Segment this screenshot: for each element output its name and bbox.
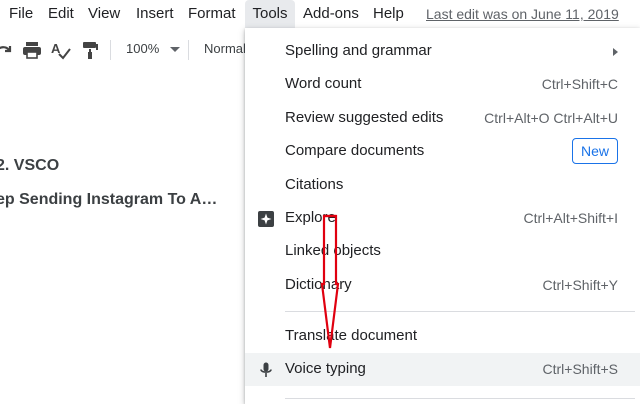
- menu-item-shortcut: Ctrl+Alt+O Ctrl+Alt+U: [484, 110, 618, 126]
- paint-format-icon[interactable]: [80, 38, 100, 62]
- menu-item-review-suggested-edits[interactable]: Review suggested edits Ctrl+Alt+O Ctrl+A…: [245, 102, 640, 135]
- menu-bar: File Edit View Insert Format Tools Add-o…: [0, 0, 640, 28]
- menu-item-shortcut: Ctrl+Alt+Shift+I: [523, 210, 618, 226]
- menu-item-label: Dictionary: [285, 276, 352, 293]
- menu-item-shortcut: Ctrl+Shift+S: [542, 361, 618, 377]
- menu-help[interactable]: Help: [373, 0, 404, 28]
- menu-item-label: Voice typing: [285, 360, 366, 377]
- menu-item-shortcut: Ctrl+Shift+C: [541, 76, 618, 92]
- redo-icon[interactable]: [0, 38, 14, 62]
- dropdown-caret-icon[interactable]: [170, 47, 180, 52]
- doc-heading-line: ep Sending Instagram To A…: [0, 191, 218, 208]
- menu-item-label: Citations: [285, 176, 344, 193]
- doc-heading-line: 2. VSCO: [0, 157, 60, 174]
- menu-item-label: Word count: [285, 75, 362, 92]
- toolbar-separator: [188, 40, 189, 60]
- menu-item-compare-documents[interactable]: Compare documents New: [245, 135, 640, 168]
- menu-view[interactable]: View: [88, 0, 120, 28]
- menu-item-linked-objects[interactable]: Linked objects: [245, 235, 640, 268]
- menu-item-label: Compare documents: [285, 142, 425, 159]
- menu-item-explore[interactable]: Explore Ctrl+Alt+Shift+I: [245, 202, 640, 235]
- menu-tools[interactable]: Tools: [245, 0, 295, 28]
- menu-edit[interactable]: Edit: [48, 0, 74, 28]
- menu-item-label: Linked objects: [285, 242, 381, 259]
- menu-addons[interactable]: Add-ons: [303, 0, 359, 28]
- menu-insert[interactable]: Insert: [136, 0, 174, 28]
- menu-item-shortcut: Ctrl+Shift+Y: [542, 277, 618, 293]
- menu-item-label: Translate document: [285, 327, 418, 344]
- menu-file[interactable]: File: [9, 0, 33, 28]
- submenu-arrow-icon: [613, 48, 618, 56]
- print-icon[interactable]: [21, 38, 43, 62]
- style-select[interactable]: Normal: [204, 41, 246, 56]
- menu-item-label: Review suggested edits: [285, 109, 444, 126]
- menu-format[interactable]: Format: [188, 0, 236, 28]
- menu-item-label: Spelling and grammar: [285, 42, 432, 59]
- tools-menu: Spelling and grammar Word count Ctrl+Shi…: [245, 28, 640, 404]
- microphone-icon: [257, 361, 275, 379]
- menu-item-voice-typing[interactable]: Voice typing Ctrl+Shift+S: [245, 353, 640, 386]
- menu-item-translate-document[interactable]: Translate document: [245, 320, 640, 353]
- menu-separator: [285, 398, 635, 399]
- toolbar-separator: [110, 40, 111, 60]
- menu-item-label: Explore: [285, 209, 336, 226]
- menu-item-word-count[interactable]: Word count Ctrl+Shift+C: [245, 68, 640, 101]
- menu-item-spelling-grammar[interactable]: Spelling and grammar: [245, 35, 640, 68]
- last-edit-link[interactable]: Last edit was on June 11, 2019: [426, 0, 619, 28]
- explore-sparkle-icon: [257, 210, 275, 228]
- new-badge: New: [571, 138, 618, 164]
- spellcheck-icon[interactable]: A: [50, 38, 72, 62]
- menu-item-dictionary[interactable]: Dictionary Ctrl+Shift+Y: [245, 269, 640, 302]
- menu-separator: [285, 311, 635, 312]
- menu-item-citations[interactable]: Citations: [245, 169, 640, 202]
- zoom-select[interactable]: 100%: [126, 41, 159, 56]
- document-canvas[interactable]: 2. VSCO ep Sending Instagram To A…: [0, 88, 245, 404]
